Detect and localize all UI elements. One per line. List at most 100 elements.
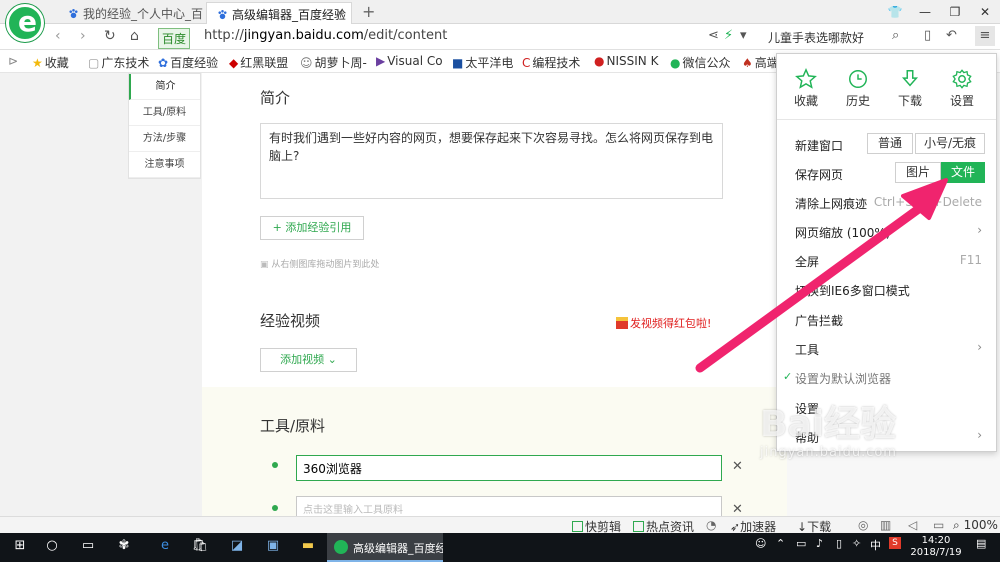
windows-start-icon[interactable]: ⊞ <box>10 538 30 556</box>
baidu-paw-icon <box>218 10 227 20</box>
home-icon[interactable]: ⌂ <box>130 28 139 44</box>
zoom-icon: ⌕ <box>953 518 960 532</box>
downloads-button[interactable]: 下载 <box>885 68 935 109</box>
menu-tools[interactable]: 工具 <box>795 341 819 358</box>
clip-status-icon[interactable]: ▭ <box>933 518 944 532</box>
tool-input-1[interactable]: 360浏览器 <box>296 455 722 481</box>
favorites-button[interactable]: 收藏 <box>781 68 831 109</box>
gear-icon <box>952 69 972 89</box>
bookmark-item[interactable]: ▶ Visual Co <box>376 54 443 68</box>
share-icon[interactable]: ⋖ <box>708 28 719 43</box>
bookmark-item[interactable]: ▢ 广东技术 <box>88 54 149 71</box>
minimize-button[interactable]: — <box>910 0 940 24</box>
menu-set-default[interactable]: 设置为默认浏览器 <box>795 370 891 387</box>
browser-main-menu: 收藏 历史 下载 设置 新建窗口 普通 小号/无痕 保存网页 图片 文件 清除上… <box>776 53 997 452</box>
network-icon[interactable]: ▭ <box>796 537 806 550</box>
people-icon[interactable]: ☺ <box>755 537 766 550</box>
nav-item-intro[interactable]: 简介 <box>129 74 200 100</box>
save-as-image-button[interactable]: 图片 <box>895 162 941 183</box>
undo-icon[interactable]: ↶ <box>946 28 957 43</box>
menu-help[interactable]: 帮助 <box>795 429 819 446</box>
history-button[interactable]: 历史 <box>833 68 883 109</box>
menu-clear-traces[interactable]: 清除上网痕迹 <box>795 195 867 212</box>
save-as-file-button[interactable]: 文件 <box>941 162 985 183</box>
skin-icon[interactable]: 👕 <box>880 0 910 24</box>
bookmark-item[interactable]: C 编程技术 <box>522 54 580 71</box>
search-icon[interactable]: ⌕ <box>892 28 899 43</box>
new-window-normal-button[interactable]: 普通 <box>867 133 913 154</box>
task-view-icon[interactable]: ▭ <box>78 538 98 556</box>
edge-icon[interactable]: e <box>155 538 175 556</box>
tab-my-experience[interactable]: 我的经验_个人中心_百 <box>58 2 204 24</box>
speed-icon[interactable]: ◔ <box>706 518 716 532</box>
phone-icon[interactable]: ▯ <box>924 28 931 43</box>
sogou-icon[interactable]: S <box>889 537 901 549</box>
bookmark-item[interactable]: ☺ 胡萝卜周- <box>300 54 367 71</box>
new-window-private-button[interactable]: 小号/无痕 <box>915 133 985 154</box>
menu-ad-block[interactable]: 广告拦截 <box>795 312 843 329</box>
close-window-button[interactable]: ✕ <box>970 0 1000 24</box>
menu-settings[interactable]: 设置 <box>795 400 819 417</box>
ime-indicator[interactable]: 中 <box>870 537 881 553</box>
tools-title: 工具/原料 <box>260 417 326 435</box>
tab-advanced-editor[interactable]: 高级编辑器_百度经验 × <box>206 2 352 24</box>
display-icon[interactable]: ▯ <box>836 537 842 550</box>
bookmark-item[interactable]: ● NISSIN K <box>594 54 658 68</box>
bookmark-expand-icon[interactable]: ⊳ <box>8 54 18 68</box>
volume-icon[interactable]: ♪ <box>816 537 823 550</box>
lightning-icon[interactable]: ⚡ <box>724 28 733 43</box>
nav-item-tools[interactable]: 工具/原料 <box>129 100 200 126</box>
dropdown-icon[interactable]: ▾ <box>740 28 747 43</box>
sound-icon[interactable]: ◁ <box>908 518 917 532</box>
star-icon <box>795 68 817 89</box>
remove-tool-icon[interactable]: ✕ <box>732 502 743 516</box>
restore-button[interactable]: ❐ <box>940 0 970 24</box>
notification-up-icon[interactable]: ⌃ <box>776 537 785 550</box>
app-icon[interactable]: ✾ <box>114 538 134 556</box>
file-explorer-icon[interactable]: ▬ <box>298 538 318 556</box>
submenu-arrow-icon: › <box>977 340 982 354</box>
intro-textarea[interactable]: 有时我们遇到一些好内容的网页，想要保存起来下次容易寻找。怎么将网页保存到电脑上? <box>260 123 723 199</box>
nav-item-notes[interactable]: 注意事项 <box>129 152 200 178</box>
add-video-button[interactable]: 添加视频 ⌄ <box>260 348 357 372</box>
app-icon[interactable]: ◪ <box>227 538 247 556</box>
bookmark-item[interactable]: ✿ 百度经验 <box>158 54 218 71</box>
window-controls: 👕 — ❐ ✕ <box>880 0 1000 24</box>
zoom-level[interactable]: ⌕ 100% <box>953 518 998 533</box>
menu-zoom[interactable]: 网页缩放 (100%) <box>795 224 891 241</box>
close-tab-icon[interactable]: × <box>335 6 345 20</box>
globe-icon[interactable]: ◎ <box>858 518 868 532</box>
bookmark-favorites[interactable]: ★ 收藏 <box>32 54 69 71</box>
tool-input-2[interactable]: 点击这里输入工具原料 <box>296 496 722 516</box>
menu-ie6-mode[interactable]: 切换到IE6多窗口模式 <box>795 282 910 299</box>
download-icon <box>901 70 919 87</box>
back-icon[interactable]: ‹ <box>55 28 61 44</box>
add-reference-button[interactable]: + 添加经验引用 <box>260 216 364 240</box>
usb-icon[interactable]: ✧ <box>852 537 861 550</box>
url-field[interactable]: 百度 http://jingyan.baidu.com/edit/content <box>156 26 756 49</box>
bookmark-item[interactable]: ◆ 红黑联盟 <box>229 54 288 71</box>
trash-icon[interactable]: ▥ <box>880 518 891 532</box>
browser-logo[interactable] <box>6 4 44 42</box>
section-nav: 简介 工具/原料 方法/步骤 注意事项 <box>128 73 201 179</box>
remove-tool-icon[interactable]: ✕ <box>732 459 743 474</box>
bookmark-item[interactable]: ● 微信公众 <box>670 54 731 71</box>
nav-item-steps[interactable]: 方法/步骤 <box>129 126 200 152</box>
forward-icon[interactable]: › <box>80 28 86 44</box>
new-tab-button[interactable]: + <box>362 2 375 21</box>
search-box[interactable]: 儿童手表选哪款好 <box>768 29 864 46</box>
store-icon[interactable]: 🛍 <box>190 538 210 556</box>
app-icon[interactable]: ▣ <box>263 538 283 556</box>
windows-taskbar: ⊞ ○ ▭ ✾ e 🛍 ◪ ▣ ▬ 高级编辑器_百度经... ☺ ⌃ ▭ ♪ ▯… <box>0 533 1000 562</box>
menu-icon[interactable]: ≡ <box>975 26 995 46</box>
system-clock[interactable]: 14:20 2018/7/19 <box>906 535 966 559</box>
action-center-icon[interactable]: ▤ <box>976 537 986 550</box>
settings-button[interactable]: 设置 <box>937 68 987 109</box>
cortana-icon[interactable]: ○ <box>42 538 62 556</box>
bookmark-item[interactable]: ♠ 高端 <box>742 54 779 71</box>
menu-fullscreen[interactable]: 全屏 <box>795 253 819 270</box>
taskbar-browser-app[interactable]: 高级编辑器_百度经... <box>327 533 443 562</box>
refresh-icon[interactable]: ↻ <box>104 28 116 44</box>
video-promo-link[interactable]: 发视频得红包啦! <box>616 315 711 331</box>
bookmark-item[interactable]: ■ 太平洋电 <box>452 54 513 71</box>
